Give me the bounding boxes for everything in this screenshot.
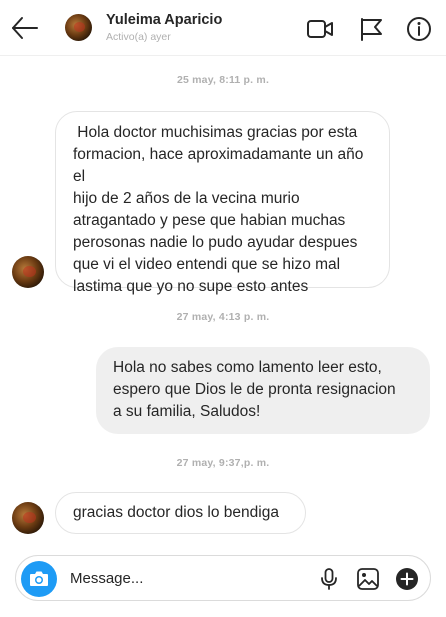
back-arrow-icon[interactable] <box>10 14 40 42</box>
sender-avatar[interactable] <box>12 256 44 288</box>
message-line: atragantado y pese que habian muchas <box>73 212 346 229</box>
message-line: lastima que yo no supe esto antes <box>73 278 309 295</box>
conversation-header: Yuleima Aparicio Activo(a) ayer <box>0 0 446 56</box>
message-line: gracias doctor dios lo bendiga <box>73 504 279 521</box>
message-line: hijo de 2 años de la vecina murio <box>73 190 300 207</box>
message-line: perosonas nadie lo pudo ayudar despues <box>73 234 358 251</box>
message-input[interactable] <box>70 567 300 589</box>
timestamp: 25 may, 8:11 p. m. <box>176 74 270 86</box>
video-camera-icon[interactable] <box>306 16 334 42</box>
header-avatar[interactable] <box>65 14 92 41</box>
message-line: espero que Dios le de pronta resignacion <box>113 381 396 398</box>
info-icon[interactable] <box>406 16 434 42</box>
contact-status: Activo(a) ayer <box>106 31 171 43</box>
microphone-icon[interactable] <box>317 567 341 591</box>
incoming-message-bubble[interactable]: Hola doctor muchisimas gracias por esta … <box>55 111 390 295</box>
timestamp: 27 may, 4:13 p. m. <box>176 311 270 323</box>
message-line: que vi el video entendi que se hizo mal <box>73 256 341 273</box>
outgoing-message-bubble[interactable]: Hola no sabes como lamento leer esto, es… <box>96 347 430 434</box>
message-line: formacion, hace aproximadamante un año e… <box>73 146 364 185</box>
image-icon[interactable] <box>356 567 380 591</box>
timestamp: 27 may, 9:37,p. m. <box>176 457 270 469</box>
message-line: a su familia, Saludos! <box>113 403 261 420</box>
incoming-message-bubble[interactable]: gracias doctor dios lo bendiga <box>55 492 306 534</box>
add-icon[interactable] <box>395 567 419 591</box>
camera-icon[interactable] <box>21 561 57 597</box>
message-line: Hola doctor muchisimas gracias por esta <box>73 124 358 141</box>
flag-icon[interactable] <box>358 16 386 42</box>
message-composer <box>15 555 431 601</box>
contact-name[interactable]: Yuleima Aparicio <box>106 12 222 28</box>
message-line: Hola no sabes como lamento leer esto, <box>113 359 382 376</box>
sender-avatar[interactable] <box>12 502 44 534</box>
